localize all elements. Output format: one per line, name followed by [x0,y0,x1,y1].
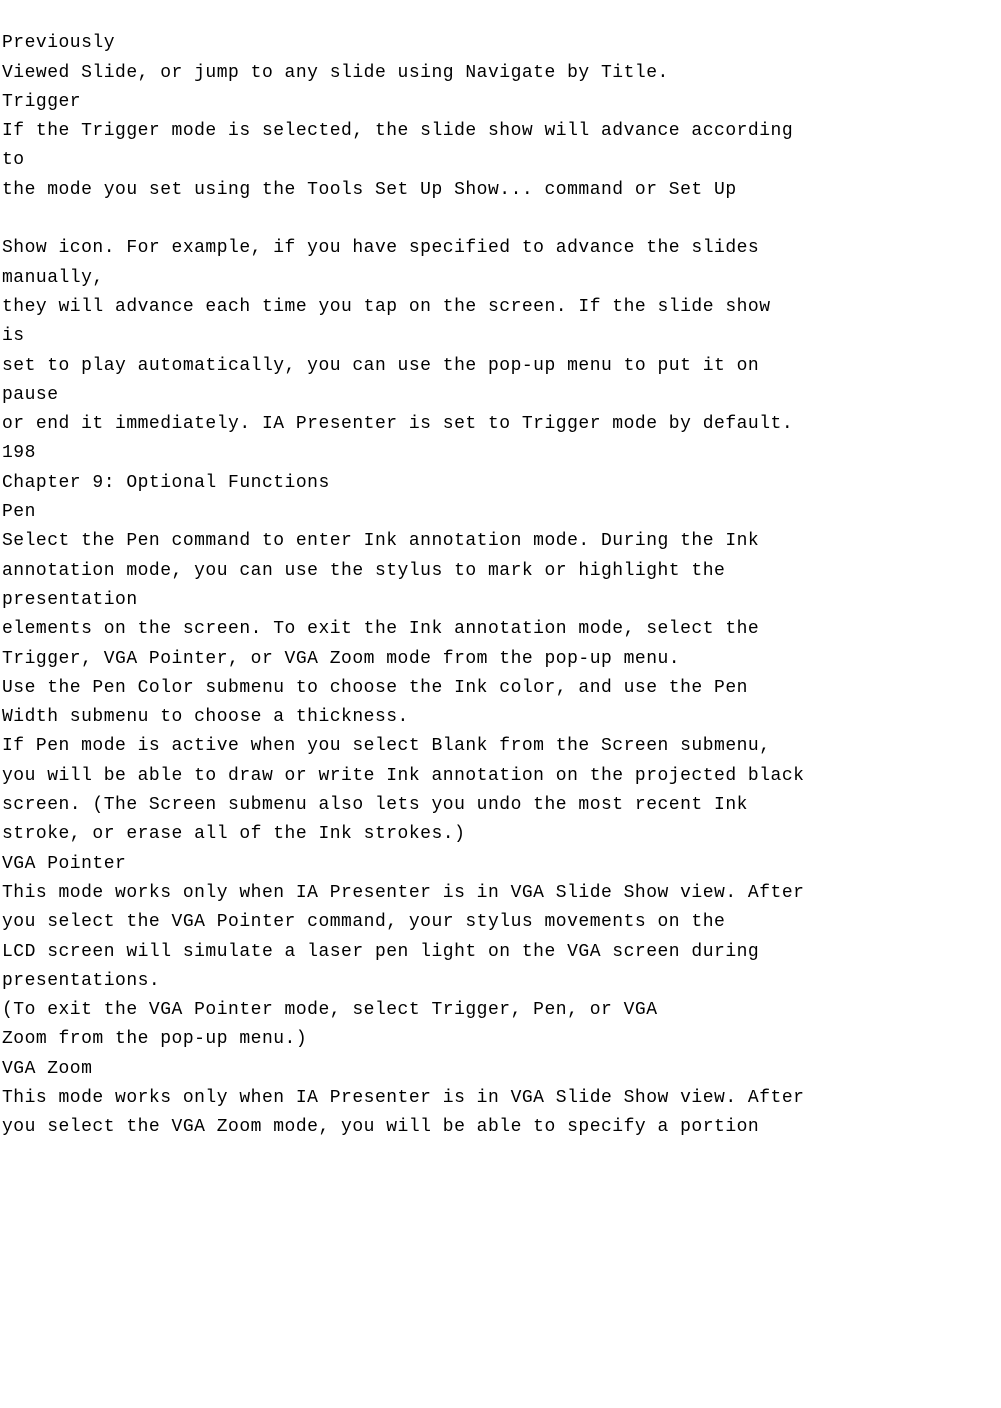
text-line: LCD screen will simulate a laser pen lig… [2,942,759,962]
text-line: stroke, or erase all of the Ink strokes.… [2,824,465,844]
text-line: If the Trigger mode is selected, the sli… [2,121,793,141]
page-number: 198 [2,443,36,463]
text-line: Previously [2,33,115,53]
text-line: you select the VGA Pointer command, your… [2,912,725,932]
text-line: Width submenu to choose a thickness. [2,707,409,727]
text-line: pause [2,385,59,405]
text-line: presentation [2,590,138,610]
text-line: presentations. [2,971,160,991]
text-line: Trigger [2,92,81,112]
text-line: (To exit the VGA Pointer mode, select Tr… [2,1000,658,1020]
text-line: to [2,150,25,170]
document-body: Previously Viewed Slide, or jump to any … [0,0,1001,1143]
text-line: This mode works only when IA Presenter i… [2,883,804,903]
text-line: or end it immediately. IA Presenter is s… [2,414,793,434]
text-line: Show icon. For example, if you have spec… [2,238,759,258]
text-line: you will be able to draw or write Ink an… [2,766,804,786]
text-line: VGA Zoom [2,1059,92,1079]
text-line: you select the VGA Zoom mode, you will b… [2,1117,759,1137]
text-line: Use the Pen Color submenu to choose the … [2,678,748,698]
text-line: This mode works only when IA Presenter i… [2,1088,804,1108]
text-line: Select the Pen command to enter Ink anno… [2,531,759,551]
text-line: the mode you set using the Tools Set Up … [2,180,737,200]
chapter-heading: Chapter 9: Optional Functions [2,473,330,493]
text-line: Pen [2,502,36,522]
text-line: If Pen mode is active when you select Bl… [2,736,771,756]
text-line: VGA Pointer [2,854,126,874]
text-line: screen. (The Screen submenu also lets yo… [2,795,748,815]
text-line: Zoom from the pop-up menu.) [2,1029,307,1049]
text-line: elements on the screen. To exit the Ink … [2,619,759,639]
text-line: Viewed Slide, or jump to any slide using… [2,63,669,83]
text-line: annotation mode, you can use the stylus … [2,561,725,581]
text-line: they will advance each time you tap on t… [2,297,771,317]
text-line: manually, [2,268,104,288]
text-line: is [2,326,25,346]
text-line: set to play automatically, you can use t… [2,356,759,376]
text-line: Trigger, VGA Pointer, or VGA Zoom mode f… [2,649,680,669]
